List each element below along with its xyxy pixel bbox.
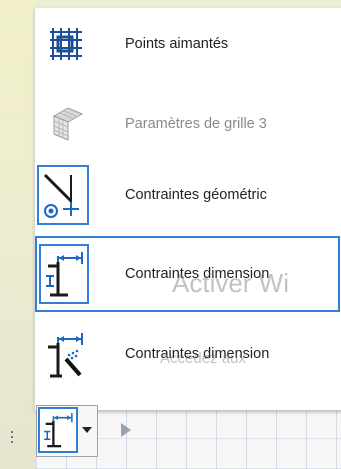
menu-item-label: Contraintes dimension: [125, 266, 270, 282]
drag-handle-icon[interactable]: [10, 430, 14, 444]
menu-item-contraintes-dimensionnelles[interactable]: Contraintes dimension: [35, 236, 340, 312]
menu-item-label: Points aimantés: [125, 36, 229, 52]
menu-item-contraintes-dimensionnelles-auto[interactable]: Contraintes dimension: [35, 320, 340, 388]
menu-item-points-aimantes[interactable]: Points aimantés: [35, 12, 340, 76]
menu-item-label: Paramètres de grille 3: [125, 116, 267, 132]
menu-item-contraintes-geometriques[interactable]: Contraintes géométric: [35, 163, 340, 227]
bottom-toolbar: [36, 400, 341, 469]
menu-item-parametres-grille[interactable]: Paramètres de grille 3: [35, 92, 340, 156]
snap-grid-icon: [42, 20, 90, 68]
chevron-down-icon[interactable]: [81, 424, 93, 436]
play-icon[interactable]: [118, 420, 134, 440]
grid-3d-settings-icon: [42, 100, 90, 148]
dropdown-menu: Points aimantés Paramètres de grille 3 C…: [34, 8, 341, 410]
window-top-strip: [0, 0, 341, 8]
dimension-constraints-tool-button[interactable]: [36, 405, 98, 457]
geometric-constraints-icon: [37, 165, 89, 225]
menu-item-label: Contraintes dimension: [125, 346, 270, 362]
side-panel: [0, 0, 36, 469]
menu-item-label: Contraintes géométric: [125, 187, 267, 203]
dimension-constraints-icon[interactable]: [38, 407, 78, 453]
dimension-constraints-auto-icon: [39, 326, 89, 384]
dimension-constraints-icon: [39, 244, 89, 304]
